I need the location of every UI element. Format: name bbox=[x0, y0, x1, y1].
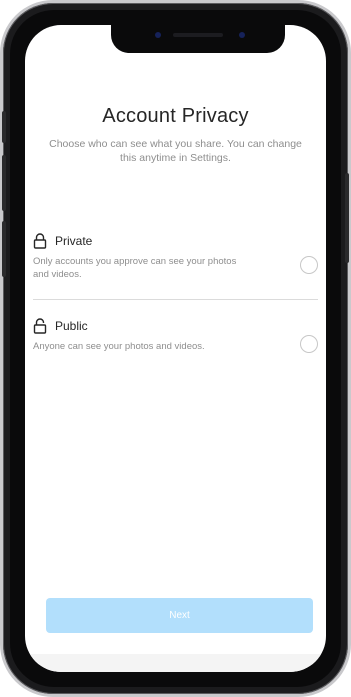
lock-closed-icon bbox=[33, 233, 47, 249]
power-button bbox=[345, 173, 349, 263]
page-subtitle: Choose who can see what you share. You c… bbox=[49, 138, 302, 164]
options-divider bbox=[33, 299, 318, 300]
private-radio-button[interactable] bbox=[300, 256, 318, 274]
option-public-header: Public bbox=[33, 318, 318, 334]
earpiece-speaker bbox=[173, 33, 223, 37]
option-private-header: Private bbox=[33, 233, 318, 249]
page-title: Account Privacy bbox=[102, 105, 249, 127]
app-screen: Account Privacy Choose who can see what … bbox=[25, 25, 326, 672]
volume-down-button bbox=[2, 221, 6, 277]
home-indicator-area bbox=[25, 654, 326, 672]
option-private-label: Private bbox=[55, 234, 93, 248]
camera-notch bbox=[111, 25, 285, 53]
sensor-icon bbox=[155, 32, 161, 38]
front-camera-icon bbox=[239, 32, 245, 38]
next-button[interactable]: Next bbox=[46, 598, 313, 633]
option-private-description: Only accounts you approve can see your p… bbox=[33, 256, 237, 280]
option-public[interactable]: Public Anyone can see your photos and vi… bbox=[33, 318, 318, 353]
mute-switch bbox=[2, 111, 6, 143]
option-public-label: Public bbox=[55, 319, 88, 333]
public-radio-button[interactable] bbox=[300, 335, 318, 353]
lock-open-icon bbox=[33, 318, 47, 334]
volume-up-button bbox=[2, 155, 6, 211]
phone-bezel: Account Privacy Choose who can see what … bbox=[10, 10, 341, 687]
phone-frame: Account Privacy Choose who can see what … bbox=[2, 3, 349, 694]
option-private[interactable]: Private Only accounts you approve can se… bbox=[33, 233, 318, 281]
option-public-description: Anyone can see your photos and videos. bbox=[33, 341, 205, 352]
